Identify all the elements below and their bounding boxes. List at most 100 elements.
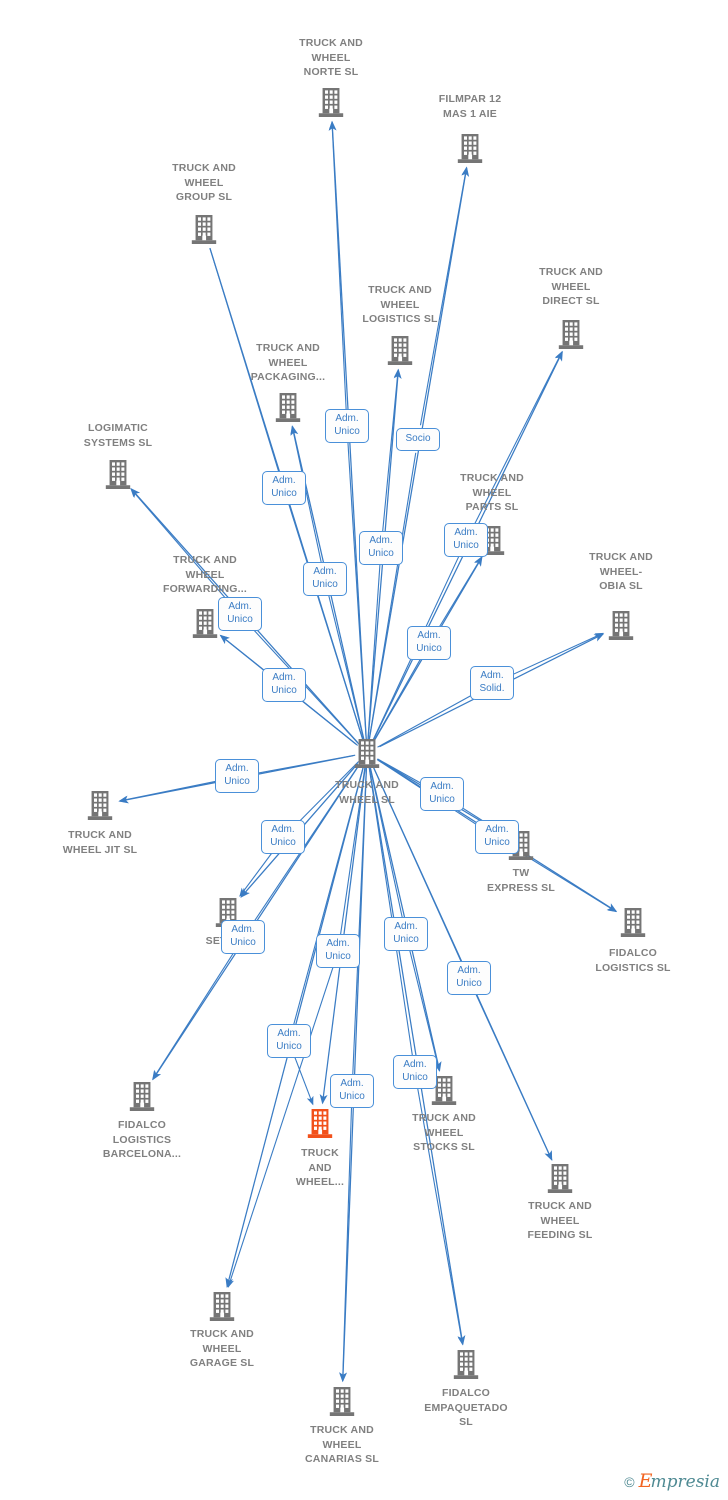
relation-tag-t3[interactable]: Adm. Unico [262, 471, 306, 505]
company-node-label-wrap-logimatic: LOGIMATIC SYSTEMS SL [58, 421, 178, 450]
company-node-label-wrap-twcanarias: TRUCK AND WHEEL CANARIAS SL [282, 1423, 402, 1467]
edge-stub-t20 [368, 764, 414, 1060]
building-icon[interactable] [340, 334, 460, 366]
company-node-twgarage[interactable] [162, 1290, 282, 1322]
building-icon [318, 87, 344, 117]
relation-tag-t16[interactable]: Adm. Unico [316, 934, 360, 968]
company-node-label-wrap-twn: TRUCK AND WHEEL NORTE SL [271, 36, 391, 80]
building-icon[interactable] [58, 458, 178, 490]
building-icon[interactable] [410, 132, 530, 164]
company-node-label-wrap-twstocks: TRUCK AND WHEEL STOCKS SL [384, 1111, 504, 1155]
relation-tag-label: Adm. Unico [270, 824, 296, 848]
building-icon[interactable] [260, 1107, 380, 1139]
company-node-label-fidalcoemp: FIDALCO EMPAQUETADO SL [424, 1387, 508, 1428]
company-node-label-twexpress: TW EXPRESS SL [487, 867, 555, 894]
company-node-twgroup[interactable] [144, 213, 264, 245]
company-node-central[interactable] [307, 737, 427, 769]
company-node-label-logimatic: LOGIMATIC SYSTEMS SL [83, 422, 153, 449]
company-node-twjit[interactable] [40, 789, 160, 821]
relation-tag-t1[interactable]: Adm. Unico [325, 409, 369, 443]
edge-stub-t1 [347, 440, 367, 742]
building-icon[interactable] [162, 1290, 282, 1322]
company-node-logimatic[interactable] [58, 458, 178, 490]
relation-tag-t18[interactable]: Adm. Unico [447, 961, 491, 995]
building-icon [354, 738, 380, 768]
relation-tag-label: Adm. Unico [230, 924, 256, 948]
building-icon [275, 392, 301, 422]
edge-stub-out-t15 [152, 949, 236, 1081]
edge-stub-t3 [287, 502, 364, 742]
relation-tag-t13[interactable]: Adm. Unico [475, 820, 519, 854]
company-node-label-wrap-twexpress: TW EXPRESS SL [461, 866, 581, 895]
company-node-twcanarias[interactable] [282, 1385, 402, 1417]
relation-tag-t17[interactable]: Adm. Unico [384, 917, 428, 951]
company-node-label-twjit: TRUCK AND WHEEL JIT SL [62, 829, 138, 856]
relation-tag-t21[interactable]: Adm. Unico [330, 1074, 374, 1108]
company-node-label-filmpar: FILMPAR 12 MAS 1 AIE [438, 93, 502, 120]
building-icon [191, 214, 217, 244]
building-icon [209, 1291, 235, 1321]
company-node-filmpar[interactable] [410, 132, 530, 164]
relation-tag-t4[interactable]: Adm. Unico [359, 531, 403, 565]
company-node-twobia[interactable] [561, 609, 681, 641]
building-icon[interactable] [307, 737, 427, 769]
relation-tag-label: Adm. Unico [276, 1028, 302, 1052]
relation-tag-label: Adm. Unico [393, 921, 419, 945]
building-icon [307, 1108, 333, 1138]
relation-tag-label: Adm. Unico [334, 413, 360, 437]
company-node-label-central: TRUCK AND WHEEL SL [335, 779, 399, 806]
building-icon[interactable] [82, 1080, 202, 1112]
company-node-fidalcobcn[interactable] [82, 1080, 202, 1112]
building-icon [129, 1081, 155, 1111]
relation-tag-t11[interactable]: Adm. Unico [215, 759, 259, 793]
company-node-label-twlog: TRUCK AND WHEEL LOGISTICS SL [362, 284, 438, 325]
relation-tag-t14[interactable]: Adm. Unico [261, 820, 305, 854]
company-node-label-wrap-twfeed: TRUCK AND WHEEL FEEDING SL [500, 1199, 620, 1243]
relation-tag-t10[interactable]: Adm. Unico [262, 668, 306, 702]
relation-tag-label: Adm. Unico [402, 1059, 428, 1083]
relation-tag-t20[interactable]: Adm. Unico [393, 1055, 437, 1089]
relation-tag-t7[interactable]: Adm. Unico [218, 597, 262, 631]
building-icon[interactable] [271, 86, 391, 118]
company-node-fidalcoemp[interactable] [406, 1348, 526, 1380]
building-icon [457, 133, 483, 163]
company-node-label-wrap-twgroup: TRUCK AND WHEEL GROUP SL [144, 161, 264, 205]
building-icon[interactable] [561, 609, 681, 641]
company-node-twn[interactable] [271, 86, 391, 118]
building-icon[interactable] [511, 318, 631, 350]
company-node-twhighlight[interactable] [260, 1107, 380, 1139]
building-icon [329, 1386, 355, 1416]
company-node-label-wrap-twhighlight: TRUCK AND WHEEL... [260, 1146, 380, 1190]
relation-tag-label: Adm. Unico [429, 781, 455, 805]
relation-tag-t5[interactable]: Adm. Unico [444, 523, 488, 557]
building-icon [453, 1349, 479, 1379]
relation-tag-t12[interactable]: Adm. Unico [420, 777, 464, 811]
company-node-label-twhighlight: TRUCK AND WHEEL... [295, 1147, 345, 1188]
relation-tag-t2[interactable]: Socio [396, 428, 440, 451]
building-icon[interactable] [144, 213, 264, 245]
relation-tag-label: Adm. Unico [227, 601, 253, 625]
company-node-label-wrap-filmpar: FILMPAR 12 MAS 1 AIE [410, 92, 530, 121]
relation-tag-label: Adm. Unico [368, 535, 394, 559]
building-icon[interactable] [573, 906, 693, 938]
relation-tag-t19[interactable]: Adm. Unico [267, 1024, 311, 1058]
edge-stub-out-t8 [435, 556, 483, 633]
relation-tag-label: Adm. Unico [224, 763, 250, 787]
building-icon[interactable] [282, 1385, 402, 1417]
building-icon [387, 335, 413, 365]
company-node-twlog[interactable] [340, 334, 460, 366]
building-icon[interactable] [500, 1162, 620, 1194]
company-node-twdirect[interactable] [511, 318, 631, 350]
company-node-fidalcolog[interactable] [573, 906, 693, 938]
relation-tag-label: Adm. Solid. [479, 670, 505, 694]
relation-tag-t9[interactable]: Adm. Solid. [470, 666, 514, 700]
relation-tag-t15[interactable]: Adm. Unico [221, 920, 265, 954]
relation-tag-t6[interactable]: Adm. Unico [303, 562, 347, 596]
relation-tag-label: Adm. Unico [456, 965, 482, 989]
building-icon[interactable] [406, 1348, 526, 1380]
relation-tag-t8[interactable]: Adm. Unico [407, 626, 451, 660]
building-icon[interactable] [40, 789, 160, 821]
company-node-twfeed[interactable] [500, 1162, 620, 1194]
relation-tag-label: Adm. Unico [271, 475, 297, 499]
company-node-label-wrap-twjit: TRUCK AND WHEEL JIT SL [40, 828, 160, 857]
